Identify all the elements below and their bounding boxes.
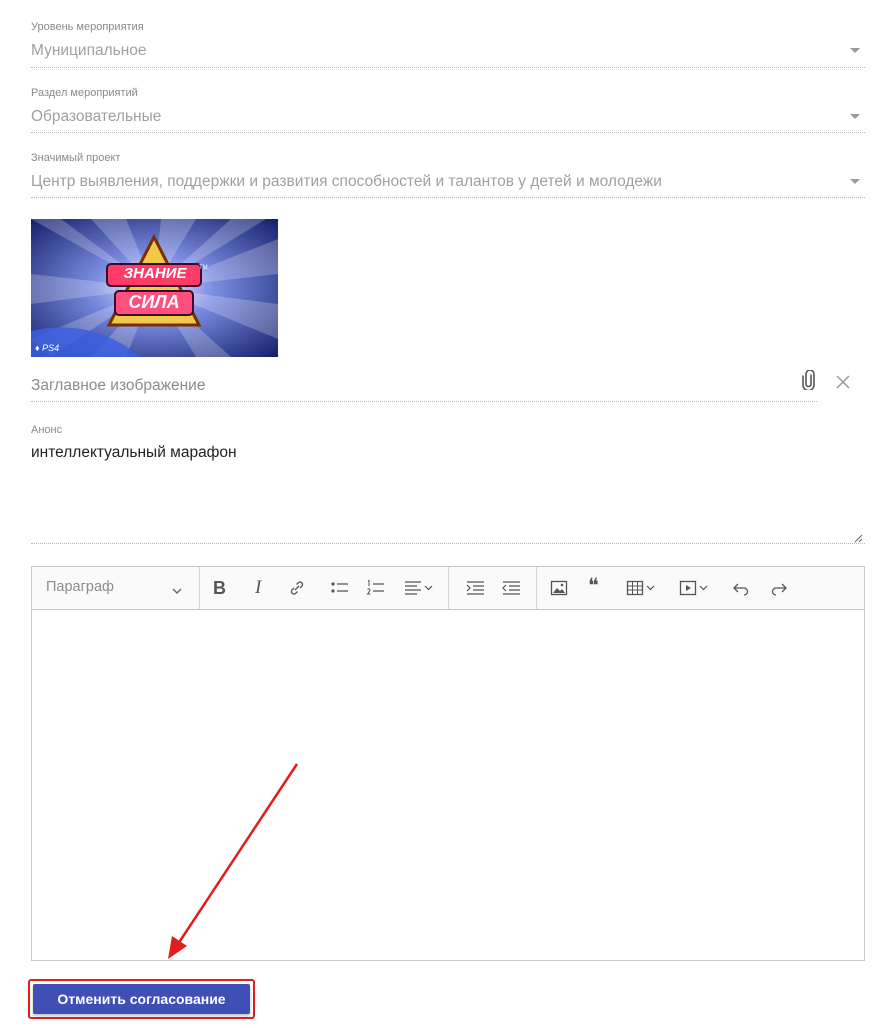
annotation-highlight: Отменить согласование: [28, 979, 255, 1019]
annotation-arrow: [168, 763, 299, 959]
cancel-approval-button[interactable]: Отменить согласование: [33, 984, 250, 1014]
